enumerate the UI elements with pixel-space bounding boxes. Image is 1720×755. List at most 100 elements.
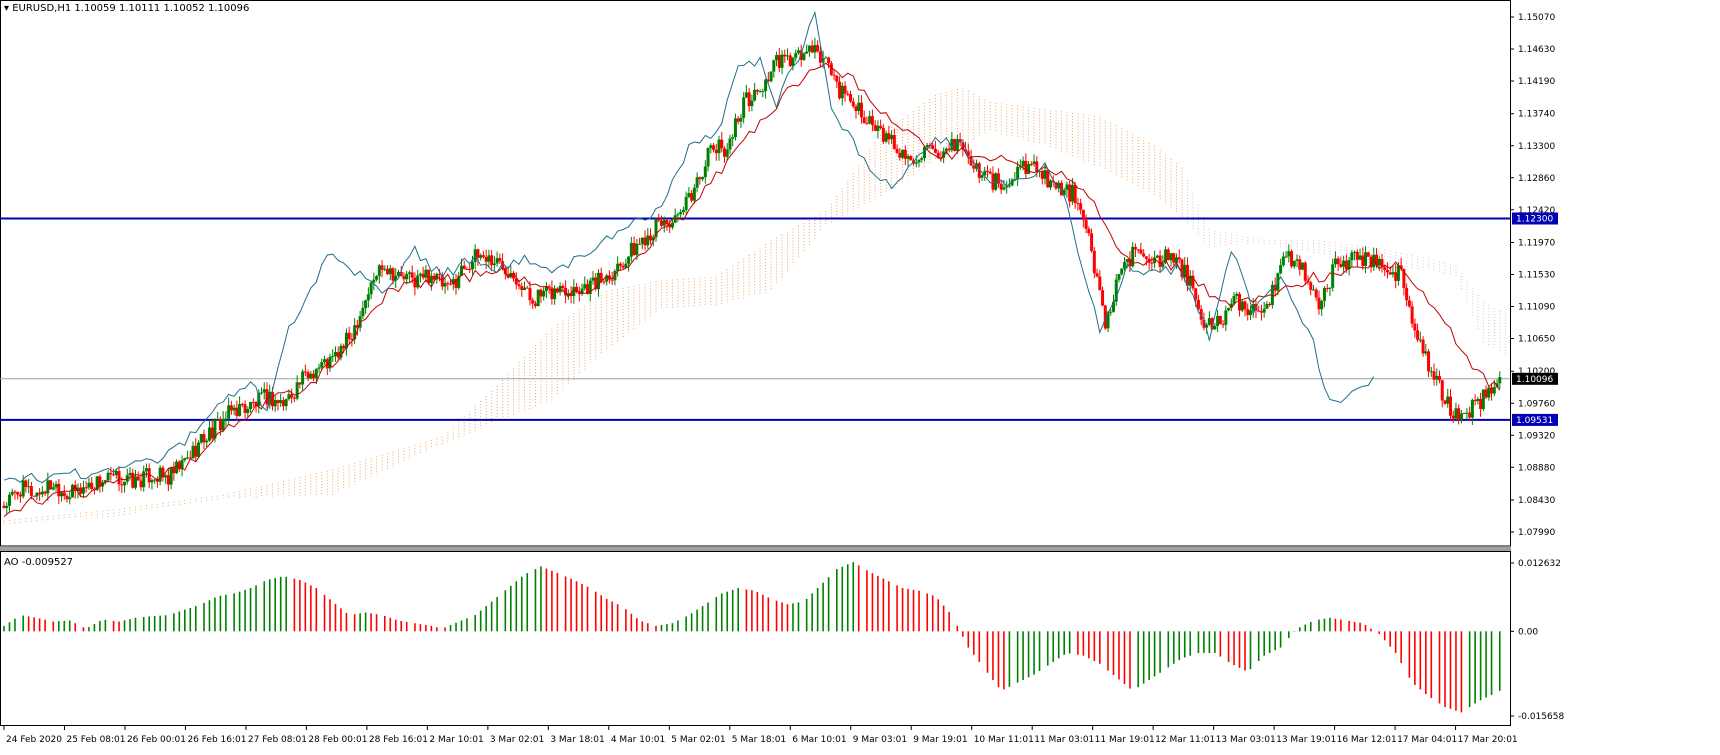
candle-body [246, 408, 250, 413]
candle-body [1427, 351, 1431, 372]
candle-body [662, 220, 666, 226]
candle-body [333, 352, 337, 357]
candle-body [917, 159, 921, 163]
candle-body [698, 177, 702, 180]
candle-body [1142, 253, 1146, 257]
candle-body [1342, 260, 1346, 267]
candle-body [1259, 311, 1263, 313]
candle-body [388, 268, 392, 275]
candle-body [301, 371, 305, 385]
candle-body [824, 57, 828, 59]
candle-body [1155, 255, 1159, 258]
y-tick-label: 1.08430 [1518, 496, 1555, 506]
candle-body [720, 139, 724, 149]
candle-body [717, 139, 721, 154]
candle-body [273, 400, 277, 407]
candle-body [1405, 287, 1409, 301]
candle-body [331, 356, 335, 358]
candle-body [909, 156, 913, 161]
candle-body [13, 491, 17, 493]
candle-body [284, 399, 288, 407]
candle-body [1207, 318, 1211, 325]
candle-body [5, 505, 9, 509]
candle-body [238, 403, 242, 416]
candle-body [18, 494, 22, 497]
candle-body [112, 474, 116, 476]
candle-body [846, 93, 850, 95]
candle-body [1479, 398, 1483, 410]
candle-body [1320, 300, 1324, 310]
candle-body [1432, 371, 1436, 380]
dropdown-arrow-icon[interactable]: ▾ [4, 3, 9, 14]
candle-body [120, 484, 124, 486]
candle-body [610, 279, 614, 281]
candle-body [638, 243, 642, 245]
chart-canvas[interactable]: 1.15070 1.14630 1.14190 1.13740 1.13300 1.128… [0, 0, 1720, 751]
candle-body [1416, 330, 1420, 340]
x-tick-label: 27 Feb 08:01 [248, 735, 307, 745]
candle-body [218, 419, 222, 431]
candle-body [533, 303, 537, 307]
candle-body [375, 276, 379, 280]
candle-body [1446, 396, 1450, 404]
candle-body [1081, 209, 1085, 220]
candle-body [51, 487, 55, 490]
candle-body [539, 289, 543, 297]
candle-body [117, 471, 121, 485]
candle-body [10, 491, 14, 495]
candle-body [202, 434, 206, 443]
x-tick-label: 13 Mar 03:01 [1216, 735, 1276, 745]
x-tick-label: 2 Mar 10:01 [429, 735, 483, 745]
candle-body [1024, 160, 1028, 174]
candle-body [1021, 160, 1025, 167]
candle-body [421, 273, 425, 278]
candle-body [1002, 187, 1006, 190]
candle-body [561, 285, 565, 289]
candle-body [898, 152, 902, 158]
candle-body [487, 255, 491, 262]
candle-body [407, 272, 411, 274]
candle-body [1265, 303, 1269, 309]
candle-body [492, 263, 496, 266]
candle-body [158, 467, 162, 482]
candle-body [60, 492, 64, 497]
candle-body [1418, 339, 1422, 341]
candle-body [1257, 310, 1261, 312]
candle-body [621, 265, 625, 268]
candle-body [1109, 311, 1113, 313]
candle-body [1383, 266, 1387, 270]
candle-body [224, 418, 228, 420]
candle-body [1117, 274, 1121, 280]
candle-body [739, 117, 743, 122]
candle-body [317, 367, 321, 369]
candle-body [1046, 170, 1050, 188]
candle-body [383, 268, 387, 270]
candle-body [1429, 371, 1433, 373]
x-tick-label: 12 Mar 11:01 [1155, 735, 1215, 745]
candle-body [788, 55, 792, 67]
candle-body [1498, 376, 1502, 384]
candle-body [57, 483, 61, 497]
main-plot-frame [0, 0, 1511, 547]
candle-body [183, 458, 187, 460]
candle-body [876, 125, 880, 131]
candle-body [221, 419, 225, 431]
candle-body [777, 55, 781, 68]
candle-body [1029, 164, 1033, 166]
candle-body [65, 496, 69, 500]
candle-body [279, 400, 283, 404]
candle-body [1232, 295, 1236, 304]
candle-body [68, 497, 72, 500]
candle-body [1385, 269, 1389, 273]
candle-body [750, 100, 754, 107]
candle-body [1095, 273, 1099, 277]
candle-body [410, 272, 414, 278]
candle-body [1410, 306, 1414, 324]
pane-separator[interactable] [0, 547, 1511, 551]
candle-body [465, 269, 469, 271]
candle-body [123, 481, 127, 486]
candle-body [1224, 310, 1228, 325]
candle-body [54, 483, 58, 488]
candle-body [29, 486, 33, 496]
x-tick-label: 26 Feb 00:01 [127, 735, 186, 745]
